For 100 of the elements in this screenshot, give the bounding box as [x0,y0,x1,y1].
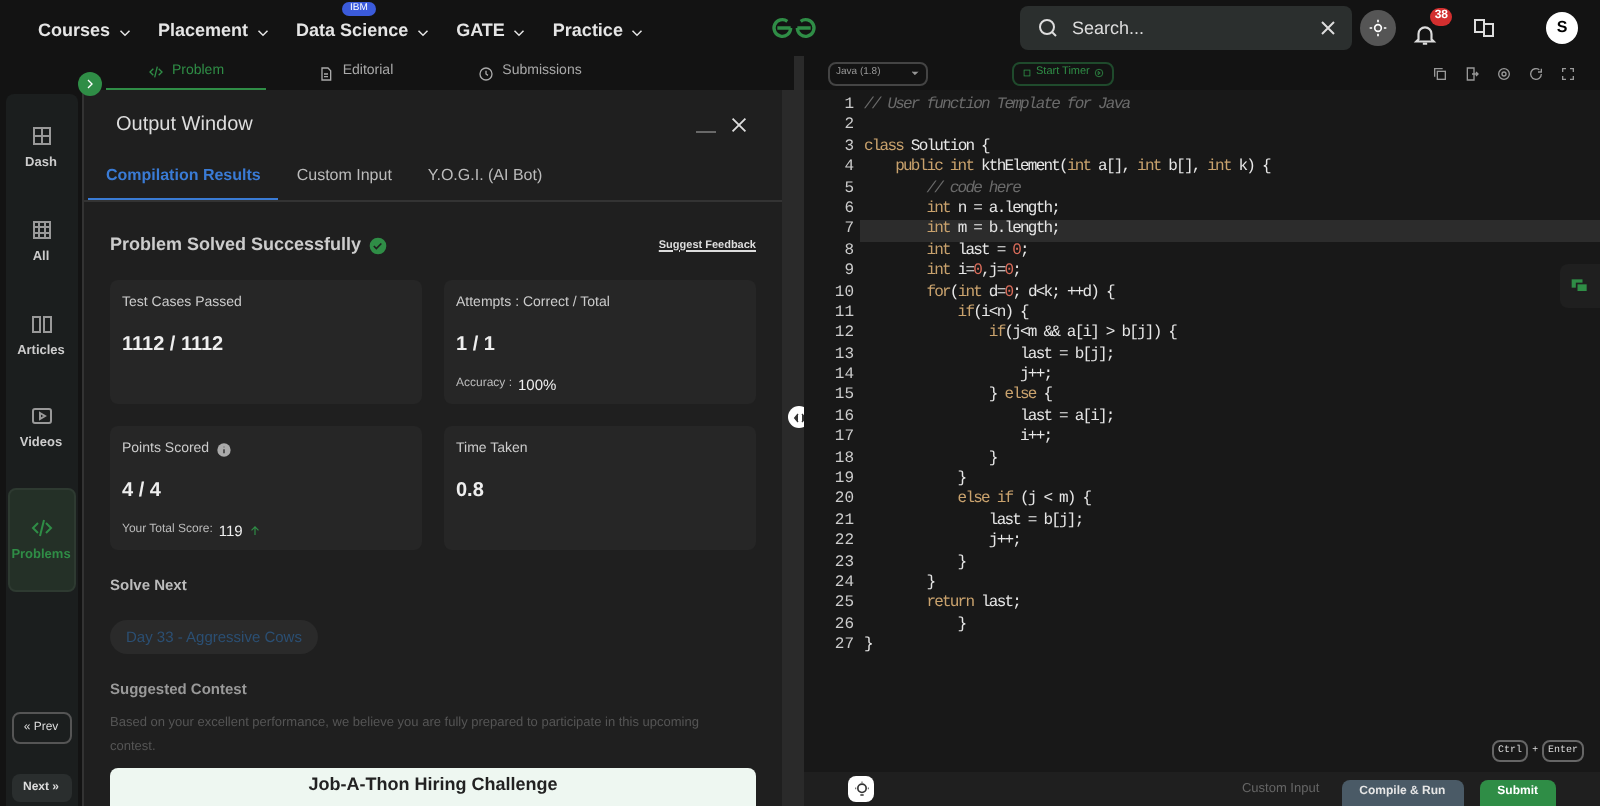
close-button[interactable] [728,113,750,135]
line-number: 12 [834,324,854,343]
code-token: if [986,324,1005,343]
code-token: public int [893,158,974,177]
chevron-right-icon [82,76,98,92]
line-number: 6 [844,199,854,218]
output-tab[interactable]: Custom Input [278,152,410,200]
code-token: i= [955,262,974,281]
code-token: } [955,470,966,489]
chat-icon [1570,276,1590,296]
code-token: class [864,137,904,156]
code-icon [29,515,53,540]
line-number: 16 [834,407,854,426]
output-tab[interactable]: Compilation Results [88,152,279,200]
timer-icon [1022,68,1032,78]
copy-icon [1432,65,1448,81]
line-number: 18 [834,449,854,468]
line-number: 22 [834,532,854,551]
line-number: 27 [834,636,854,655]
code-token: } [986,449,997,468]
nav-menu[interactable]: Courses [38,18,135,46]
code-token: Solution { [908,137,989,156]
code-token: } [955,553,966,572]
line-number: 17 [834,428,854,447]
status-message: Problem Solved Successfully [110,232,362,258]
stat-value: 1 / 1 [456,332,497,360]
line-number: 21 [834,511,854,530]
code-token: if [955,303,974,322]
play-circle-icon [1093,68,1104,78]
code-token: last = b[j]; [986,511,1083,530]
chat-button[interactable] [1560,264,1600,308]
line-number: 25 [834,594,854,613]
line-number: 15 [834,386,854,405]
code-token: last = [955,241,1008,260]
code-token: } [864,636,872,655]
dots-grid-icon [29,217,53,242]
code-token: ; [1012,262,1021,281]
code-token: last = a[i]; [1018,407,1114,426]
line-number: 4 [844,158,854,177]
toolbar-button[interactable] [1560,65,1576,81]
code-token: else if [955,490,1013,509]
video-icon [29,404,53,429]
theme-toggle[interactable] [1360,10,1396,46]
nav-menu[interactable]: Data Science [296,18,433,46]
stat-value: 4 / 4 [122,478,163,506]
search-icon [1036,16,1060,40]
code-token: 0 [1004,262,1013,281]
window-title: Output Window [116,111,253,139]
refresh-icon [1528,65,1544,81]
avatar[interactable]: S [1546,12,1578,44]
code-token: int [924,199,950,218]
code-token: else [1004,386,1036,405]
bulb-icon [851,779,871,799]
document-icon [318,65,335,81]
code-token: 0 [973,262,982,281]
code-token: last; [979,594,1021,613]
nav-menu[interactable]: GATE [456,18,529,46]
code-icon [147,64,164,80]
line-number: 20 [834,490,854,509]
nav-menu[interactable]: Placement [158,18,273,46]
toolbar-button[interactable] [1432,65,1448,81]
code-token: return [924,594,974,613]
close-icon [728,113,750,135]
search-field[interactable]: Search... [1020,6,1352,50]
line-number: 10 [834,283,854,302]
book-icon [29,311,53,335]
code-token: int [924,241,950,260]
hint-button[interactable] [848,776,874,802]
bell-icon [1412,22,1438,48]
clear-button[interactable] [1316,16,1340,40]
line-number: 8 [844,241,854,260]
export-icon [1464,65,1480,81]
code-token: int [1066,158,1091,177]
line-number: 1 [844,96,854,114]
code-token: for [924,283,950,302]
nav-menu[interactable]: Practice [552,18,647,46]
contest-title: Job-A-Thon Hiring Challenge [308,774,558,798]
code-comment: // code here [924,179,1021,198]
toolbar-button[interactable] [1496,65,1512,81]
code-token: int [924,220,950,239]
minimize-icon [696,130,716,134]
line-number: 9 [844,262,854,281]
code-token: int [957,283,982,302]
toolbar-button[interactable] [1528,65,1544,81]
code-token: k) { [1236,158,1270,177]
code-token: 0 [1012,241,1021,260]
code-token: int [924,262,950,281]
code-token: int [1207,158,1231,177]
toolbar-button[interactable] [1464,65,1480,81]
line-number: 24 [834,573,854,592]
code-token: b[], [1166,158,1202,177]
code-token: ,j= [981,262,1005,281]
code-token: m = b.length; [955,220,1060,239]
code-token: int [1137,158,1161,177]
output-tab[interactable]: Y.O.G.I. (AI Bot) [409,152,561,200]
line-number: 2 [844,116,854,135]
code-token: (j<m && a[i] > b[j]) { [1004,324,1177,343]
line-number: 23 [834,553,854,572]
grid-icon [29,124,53,148]
code-token: 0 [1004,283,1013,302]
